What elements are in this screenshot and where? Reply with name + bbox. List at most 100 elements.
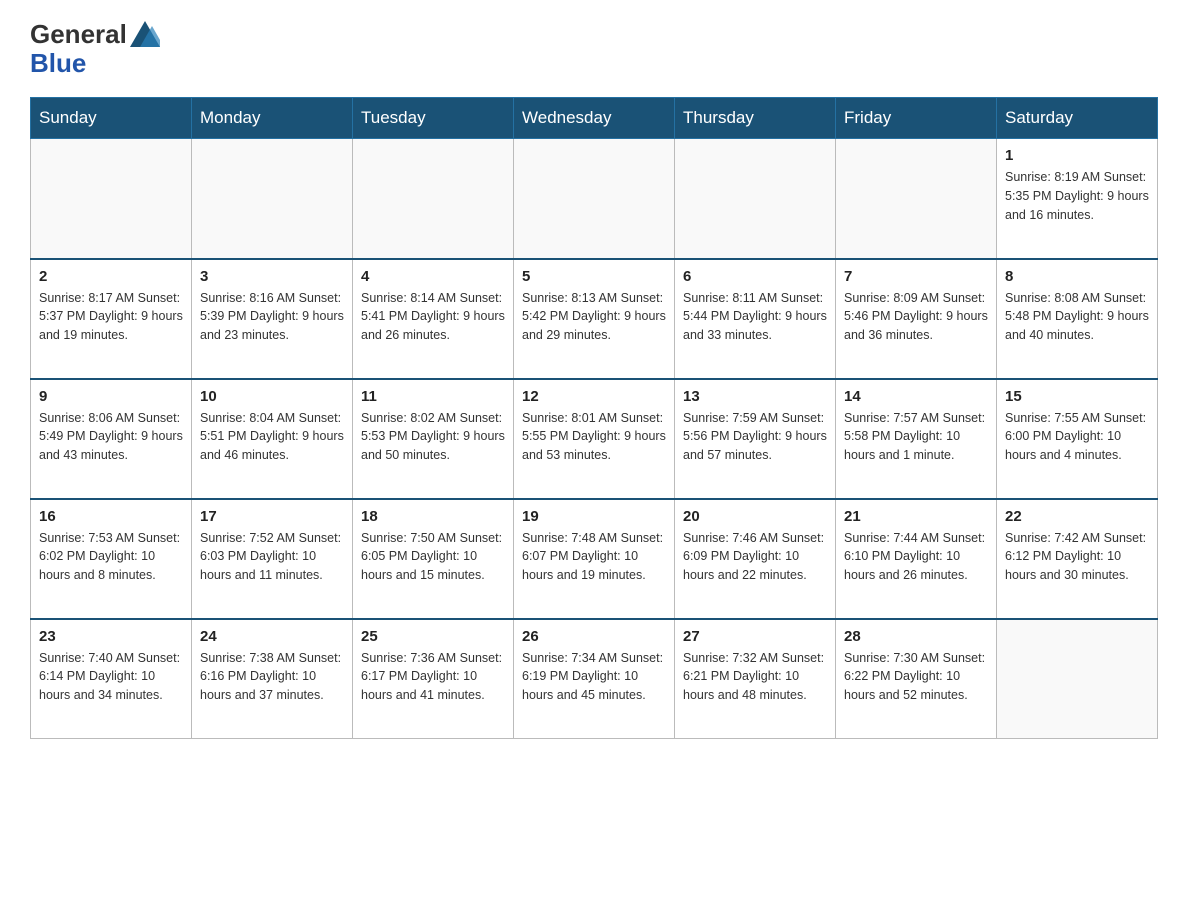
calendar-cell: 24 Sunrise: 7:38 AM Sunset: 6:16 PM Dayli…: [192, 619, 353, 739]
calendar-cell: 22 Sunrise: 7:42 AM Sunset: 6:12 PM Dayli…: [997, 499, 1158, 619]
logo: GeneralBlue: [30, 20, 160, 77]
calendar-cell: 6 Sunrise: 8:11 AM Sunset: 5:44 PM Daylig…: [675, 259, 836, 379]
day-number: 15: [1005, 388, 1149, 405]
day-info: Sunrise: 7:32 AM Sunset: 6:21 PM Dayligh…: [683, 649, 827, 705]
calendar-cell: 13Sunrise: 7:59 AM Sunset: 5:56 PM Dayli…: [675, 379, 836, 499]
day-number: 10: [200, 388, 344, 405]
calendar-cell: 15 Sunrise: 7:55 AM Sunset: 6:00 PM Dayli…: [997, 379, 1158, 499]
calendar-day-header: Tuesday: [353, 98, 514, 139]
calendar-cell: 1Sunrise: 8:19 AM Sunset: 5:35 PM Daylig…: [997, 139, 1158, 259]
day-number: 24: [200, 628, 344, 645]
calendar-header-row: SundayMondayTuesdayWednesdayThursdayFrid…: [31, 98, 1158, 139]
calendar-cell: 23 Sunrise: 7:40 AM Sunset: 6:14 PM Dayli…: [31, 619, 192, 739]
calendar-day-header: Friday: [836, 98, 997, 139]
day-info: Sunrise: 8:09 AM Sunset: 5:46 PM Dayligh…: [844, 289, 988, 345]
day-info: Sunrise: 7:50 AM Sunset: 6:05 PM Dayligh…: [361, 529, 505, 585]
day-info: Sunrise: 7:30 AM Sunset: 6:22 PM Dayligh…: [844, 649, 988, 705]
day-info: Sunrise: 7:36 AM Sunset: 6:17 PM Dayligh…: [361, 649, 505, 705]
calendar-cell: 5 Sunrise: 8:13 AM Sunset: 5:42 PM Daylig…: [514, 259, 675, 379]
day-info: Sunrise: 8:19 AM Sunset: 5:35 PM Dayligh…: [1005, 168, 1149, 224]
day-info: Sunrise: 7:34 AM Sunset: 6:19 PM Dayligh…: [522, 649, 666, 705]
calendar-week-row: 23 Sunrise: 7:40 AM Sunset: 6:14 PM Dayli…: [31, 619, 1158, 739]
calendar-cell: 17 Sunrise: 7:52 AM Sunset: 6:03 PM Dayli…: [192, 499, 353, 619]
page-header: GeneralBlue: [30, 20, 1158, 77]
day-number: 20: [683, 508, 827, 525]
logo-blue-text: Blue: [30, 49, 160, 78]
calendar-cell: 20 Sunrise: 7:46 AM Sunset: 6:09 PM Dayli…: [675, 499, 836, 619]
day-number: 8: [1005, 268, 1149, 285]
day-number: 12: [522, 388, 666, 405]
calendar-day-header: Thursday: [675, 98, 836, 139]
day-number: 16: [39, 508, 183, 525]
day-info: Sunrise: 8:17 AM Sunset: 5:37 PM Dayligh…: [39, 289, 183, 345]
day-number: 23: [39, 628, 183, 645]
calendar-cell: 27Sunrise: 7:32 AM Sunset: 6:21 PM Dayli…: [675, 619, 836, 739]
day-number: 6: [683, 268, 827, 285]
day-info: Sunrise: 8:08 AM Sunset: 5:48 PM Dayligh…: [1005, 289, 1149, 345]
calendar-cell: 18 Sunrise: 7:50 AM Sunset: 6:05 PM Dayli…: [353, 499, 514, 619]
day-number: 9: [39, 388, 183, 405]
day-info: Sunrise: 7:38 AM Sunset: 6:16 PM Dayligh…: [200, 649, 344, 705]
calendar-week-row: 1Sunrise: 8:19 AM Sunset: 5:35 PM Daylig…: [31, 139, 1158, 259]
day-number: 14: [844, 388, 988, 405]
calendar-week-row: 16 Sunrise: 7:53 AM Sunset: 6:02 PM Dayli…: [31, 499, 1158, 619]
calendar-cell: [514, 139, 675, 259]
calendar-cell: 7 Sunrise: 8:09 AM Sunset: 5:46 PM Daylig…: [836, 259, 997, 379]
calendar-table: SundayMondayTuesdayWednesdayThursdayFrid…: [30, 97, 1158, 739]
day-number: 2: [39, 268, 183, 285]
day-number: 7: [844, 268, 988, 285]
day-info: Sunrise: 7:42 AM Sunset: 6:12 PM Dayligh…: [1005, 529, 1149, 585]
calendar-day-header: Sunday: [31, 98, 192, 139]
calendar-cell: [353, 139, 514, 259]
day-info: Sunrise: 8:11 AM Sunset: 5:44 PM Dayligh…: [683, 289, 827, 345]
calendar-cell: 19 Sunrise: 7:48 AM Sunset: 6:07 PM Dayli…: [514, 499, 675, 619]
day-info: Sunrise: 7:46 AM Sunset: 6:09 PM Dayligh…: [683, 529, 827, 585]
day-info: Sunrise: 7:48 AM Sunset: 6:07 PM Dayligh…: [522, 529, 666, 585]
day-number: 18: [361, 508, 505, 525]
day-info: Sunrise: 8:04 AM Sunset: 5:51 PM Dayligh…: [200, 409, 344, 465]
calendar-cell: 12 Sunrise: 8:01 AM Sunset: 5:55 PM Dayli…: [514, 379, 675, 499]
day-info: Sunrise: 8:01 AM Sunset: 5:55 PM Dayligh…: [522, 409, 666, 465]
calendar-cell: 14 Sunrise: 7:57 AM Sunset: 5:58 PM Dayli…: [836, 379, 997, 499]
calendar-week-row: 9 Sunrise: 8:06 AM Sunset: 5:49 PM Daylig…: [31, 379, 1158, 499]
day-info: Sunrise: 7:59 AM Sunset: 5:56 PM Dayligh…: [683, 409, 827, 465]
calendar-day-header: Wednesday: [514, 98, 675, 139]
day-info: Sunrise: 7:57 AM Sunset: 5:58 PM Dayligh…: [844, 409, 988, 465]
day-info: Sunrise: 7:52 AM Sunset: 6:03 PM Dayligh…: [200, 529, 344, 585]
calendar-cell: 16 Sunrise: 7:53 AM Sunset: 6:02 PM Dayli…: [31, 499, 192, 619]
calendar-cell: 8 Sunrise: 8:08 AM Sunset: 5:48 PM Daylig…: [997, 259, 1158, 379]
calendar-cell: [836, 139, 997, 259]
day-number: 25: [361, 628, 505, 645]
day-info: Sunrise: 8:06 AM Sunset: 5:49 PM Dayligh…: [39, 409, 183, 465]
calendar-cell: [31, 139, 192, 259]
calendar-day-header: Monday: [192, 98, 353, 139]
day-info: Sunrise: 8:16 AM Sunset: 5:39 PM Dayligh…: [200, 289, 344, 345]
calendar-cell: 3 Sunrise: 8:16 AM Sunset: 5:39 PM Daylig…: [192, 259, 353, 379]
day-number: 22: [1005, 508, 1149, 525]
day-info: Sunrise: 7:55 AM Sunset: 6:00 PM Dayligh…: [1005, 409, 1149, 465]
calendar-cell: [192, 139, 353, 259]
calendar-week-row: 2 Sunrise: 8:17 AM Sunset: 5:37 PM Daylig…: [31, 259, 1158, 379]
calendar-cell: [997, 619, 1158, 739]
day-number: 19: [522, 508, 666, 525]
day-info: Sunrise: 8:14 AM Sunset: 5:41 PM Dayligh…: [361, 289, 505, 345]
logo-triangle-icon: [130, 21, 160, 47]
day-info: Sunrise: 8:13 AM Sunset: 5:42 PM Dayligh…: [522, 289, 666, 345]
day-info: Sunrise: 7:44 AM Sunset: 6:10 PM Dayligh…: [844, 529, 988, 585]
day-number: 11: [361, 388, 505, 405]
day-number: 17: [200, 508, 344, 525]
calendar-cell: 11Sunrise: 8:02 AM Sunset: 5:53 PM Dayli…: [353, 379, 514, 499]
day-number: 4: [361, 268, 505, 285]
calendar-cell: 10 Sunrise: 8:04 AM Sunset: 5:51 PM Dayli…: [192, 379, 353, 499]
calendar-cell: 28Sunrise: 7:30 AM Sunset: 6:22 PM Dayli…: [836, 619, 997, 739]
calendar-day-header: Saturday: [997, 98, 1158, 139]
day-info: Sunrise: 7:53 AM Sunset: 6:02 PM Dayligh…: [39, 529, 183, 585]
calendar-cell: 26Sunrise: 7:34 AM Sunset: 6:19 PM Dayli…: [514, 619, 675, 739]
day-info: Sunrise: 7:40 AM Sunset: 6:14 PM Dayligh…: [39, 649, 183, 705]
calendar-cell: 4 Sunrise: 8:14 AM Sunset: 5:41 PM Daylig…: [353, 259, 514, 379]
day-number: 3: [200, 268, 344, 285]
calendar-cell: 21Sunrise: 7:44 AM Sunset: 6:10 PM Dayli…: [836, 499, 997, 619]
day-number: 5: [522, 268, 666, 285]
calendar-cell: [675, 139, 836, 259]
calendar-cell: 2 Sunrise: 8:17 AM Sunset: 5:37 PM Daylig…: [31, 259, 192, 379]
